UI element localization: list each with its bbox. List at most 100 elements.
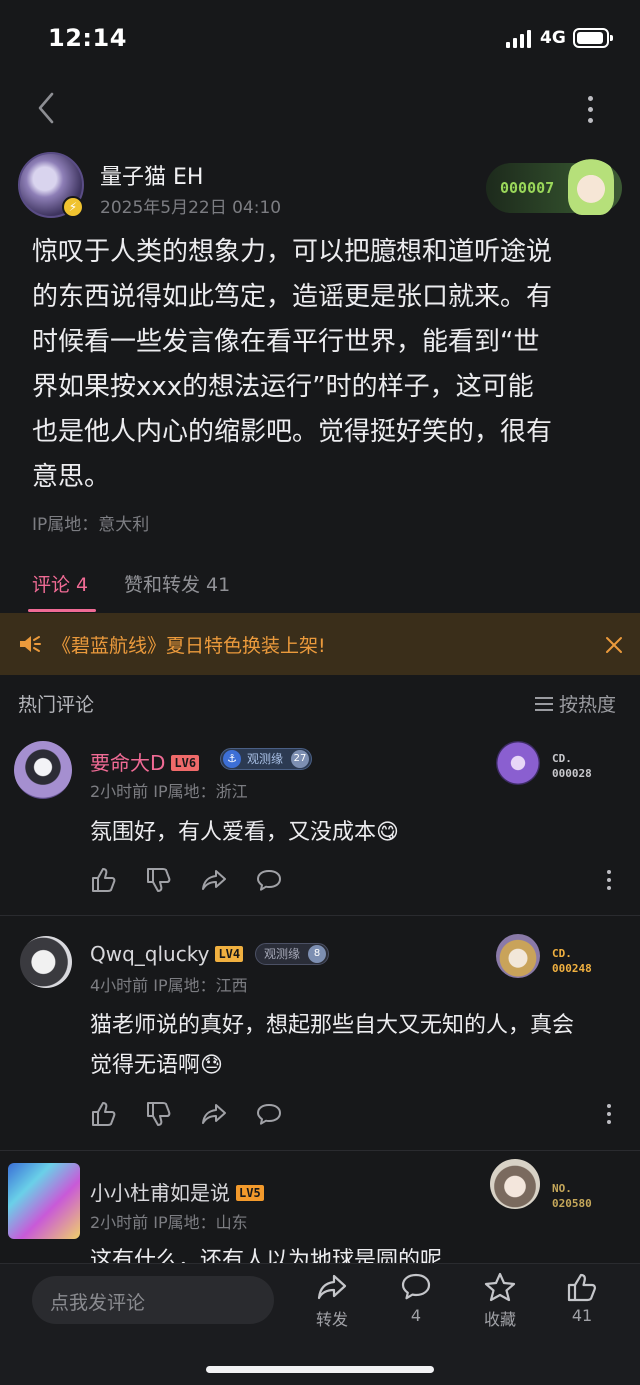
post-line: 界如果按xxx的想法运行”时的样子，这可能: [32, 372, 534, 402]
tab-likes-reposts[interactable]: 赞和转发 41: [124, 570, 230, 597]
tab-comments[interactable]: 评论 4: [32, 570, 88, 597]
thumb-up-icon[interactable]: [90, 1100, 118, 1128]
share-icon[interactable]: [200, 1100, 228, 1128]
commenter-fan-badge[interactable]: [496, 934, 544, 978]
fan-badge-character: [568, 157, 614, 215]
commenter-name[interactable]: 要命大D LV6: [90, 747, 200, 776]
comment-meta: 2小时前 IP属地：山东: [90, 1213, 248, 1232]
bottom-action-bar: 点我发评论 转发 4 收藏 41: [0, 1263, 640, 1385]
post-line: 的东西说得如此笃定，造谣更是张口就来。有: [32, 282, 553, 312]
fan-code-number: 000248: [552, 962, 592, 975]
comment-text: 氛围好，有人爱看，又没成本😋: [90, 813, 620, 853]
observer-tag-count: 8: [308, 945, 327, 963]
fan-code-number: 000028: [552, 767, 592, 780]
comment-actions: [88, 1100, 628, 1130]
commenter-avatar[interactable]: [20, 936, 72, 988]
fan-code-prefix: NO.: [552, 1182, 572, 1195]
observer-tag-count: 27: [291, 750, 310, 768]
verified-icon: ⚡: [62, 196, 84, 218]
hot-comments-title: 热门评论: [18, 694, 95, 716]
share-button[interactable]: 转发: [302, 1272, 362, 1334]
comment-item: 要命大D LV6 ⚓ 观测缘 27 CD. 000028 2小时前 IP属地：浙江 氛…: [0, 727, 640, 915]
fan-badge[interactable]: 000007: [486, 157, 622, 215]
favorite-button[interactable]: 收藏: [470, 1272, 530, 1334]
comment-text: 这有什么，还有人以为地球是圆的呢: [90, 1248, 443, 1263]
anchor-icon: ⚓: [223, 750, 241, 768]
fan-code: CD. 000248: [552, 946, 592, 976]
comment-meta: 4小时前 IP属地：江西: [90, 976, 248, 995]
observer-tag-label: 观测缘: [247, 752, 284, 766]
commenter-name[interactable]: Qwq_qlucky LV4: [90, 942, 244, 966]
fan-code: CD. 000028: [552, 751, 592, 781]
thumb-down-icon[interactable]: [145, 866, 173, 894]
hot-comments-header: 热门评论 按热度: [0, 675, 640, 727]
comment-icon[interactable]: [255, 1100, 283, 1128]
share-icon[interactable]: [200, 866, 228, 894]
author-avatar[interactable]: ⚡: [18, 152, 84, 218]
comment-text-line: 觉得无语啊: [90, 1053, 201, 1078]
signal-icon: [506, 30, 532, 48]
post-line: 也是他人内心的缩影吧。觉得挺好笑的，很有: [32, 417, 553, 447]
fan-code: NO. 020580: [552, 1181, 592, 1211]
share-label: 转发: [315, 1310, 348, 1329]
fan-badge-number: 000007: [500, 179, 555, 197]
like-button[interactable]: 41: [552, 1272, 612, 1334]
level-badge: LV6: [171, 755, 200, 771]
favorite-label: 收藏: [483, 1310, 516, 1329]
comment-text-line: 猫老师说的真好，想起那些自大又无知的人，真会: [90, 1013, 575, 1038]
post-time: 2025年5月22日 04:10: [100, 198, 282, 218]
post-line: 惊叹于人类的想象力，可以把臆想和道听途说: [32, 237, 553, 267]
observer-tag-label: 观测缘: [264, 947, 301, 961]
comment-input-placeholder: 点我发评论: [50, 1292, 146, 1314]
battery-icon: [573, 28, 613, 48]
commenter-name-text: Qwq_qlucky: [90, 942, 210, 966]
observer-tag[interactable]: 观测缘 8: [255, 943, 330, 965]
sort-button[interactable]: 按热度: [535, 690, 616, 717]
fan-code-number: 020580: [552, 1197, 592, 1210]
level-badge: LV4: [215, 946, 244, 962]
comment-count: 4: [410, 1306, 422, 1325]
comment-more-button[interactable]: [606, 868, 612, 892]
sort-icon: [535, 696, 553, 712]
comment-text-content: 氛围好，有人爱看，又没成本: [90, 820, 377, 845]
home-indicator[interactable]: [206, 1366, 434, 1373]
more-button[interactable]: [578, 92, 604, 126]
comment-more-button[interactable]: [606, 1102, 612, 1126]
commenter-fan-badge[interactable]: [490, 1159, 540, 1209]
post-line: 意思。: [32, 462, 111, 492]
comment-text: 猫老师说的真好，想起那些自大又无知的人，真会 觉得无语啊😓: [90, 1006, 620, 1086]
thumb-down-icon[interactable]: [145, 1100, 173, 1128]
status-time: 12:14: [48, 24, 127, 52]
post-ip-location: IP属地：意大利: [32, 515, 150, 535]
back-button[interactable]: [30, 90, 64, 126]
commenter-fan-badge[interactable]: [496, 741, 544, 785]
comment-item: 小小杜甫如是说 LV5 NO. 020580 2小时前 IP属地：山东 这有什么，…: [0, 1151, 640, 1263]
tab-active-indicator: [28, 609, 96, 612]
status-bar: 12:14 4G: [0, 0, 640, 78]
comment-meta: 2小时前 IP属地：浙江: [90, 782, 248, 801]
sort-label: 按热度: [559, 694, 617, 716]
comment-icon[interactable]: [255, 866, 283, 894]
fan-code-prefix: CD.: [552, 947, 572, 960]
commenter-avatar[interactable]: [14, 741, 72, 799]
comment-input[interactable]: 点我发评论: [32, 1276, 274, 1324]
share-icon: [317, 1274, 347, 1300]
emoji-icon: 😋: [376, 820, 399, 845]
post-line: 时候看一些发言像在看平行世界，能看到“世: [32, 327, 540, 357]
commenter-name[interactable]: 小小杜甫如是说 LV5: [90, 1177, 264, 1206]
close-icon[interactable]: [604, 635, 624, 655]
thumb-up-icon: [567, 1273, 596, 1302]
commenter-name-text: 小小杜甫如是说: [90, 1181, 230, 1205]
observer-tag[interactable]: ⚓ 观测缘 27: [220, 748, 313, 770]
comment-count-button[interactable]: 4: [386, 1272, 446, 1334]
thumb-up-icon[interactable]: [90, 866, 118, 894]
notice-banner[interactable]: 《碧蓝航线》夏日特色换装上架!: [0, 613, 640, 675]
back-icon: [38, 92, 54, 124]
emoji-icon: 😓: [200, 1053, 223, 1078]
network-type: 4G: [540, 28, 566, 48]
comment-actions: [88, 866, 628, 896]
commenter-avatar[interactable]: [8, 1163, 80, 1239]
comment-icon: [401, 1273, 431, 1300]
commenter-name-text: 要命大D: [90, 751, 166, 775]
author-name[interactable]: 量子猫 EH: [100, 159, 203, 191]
